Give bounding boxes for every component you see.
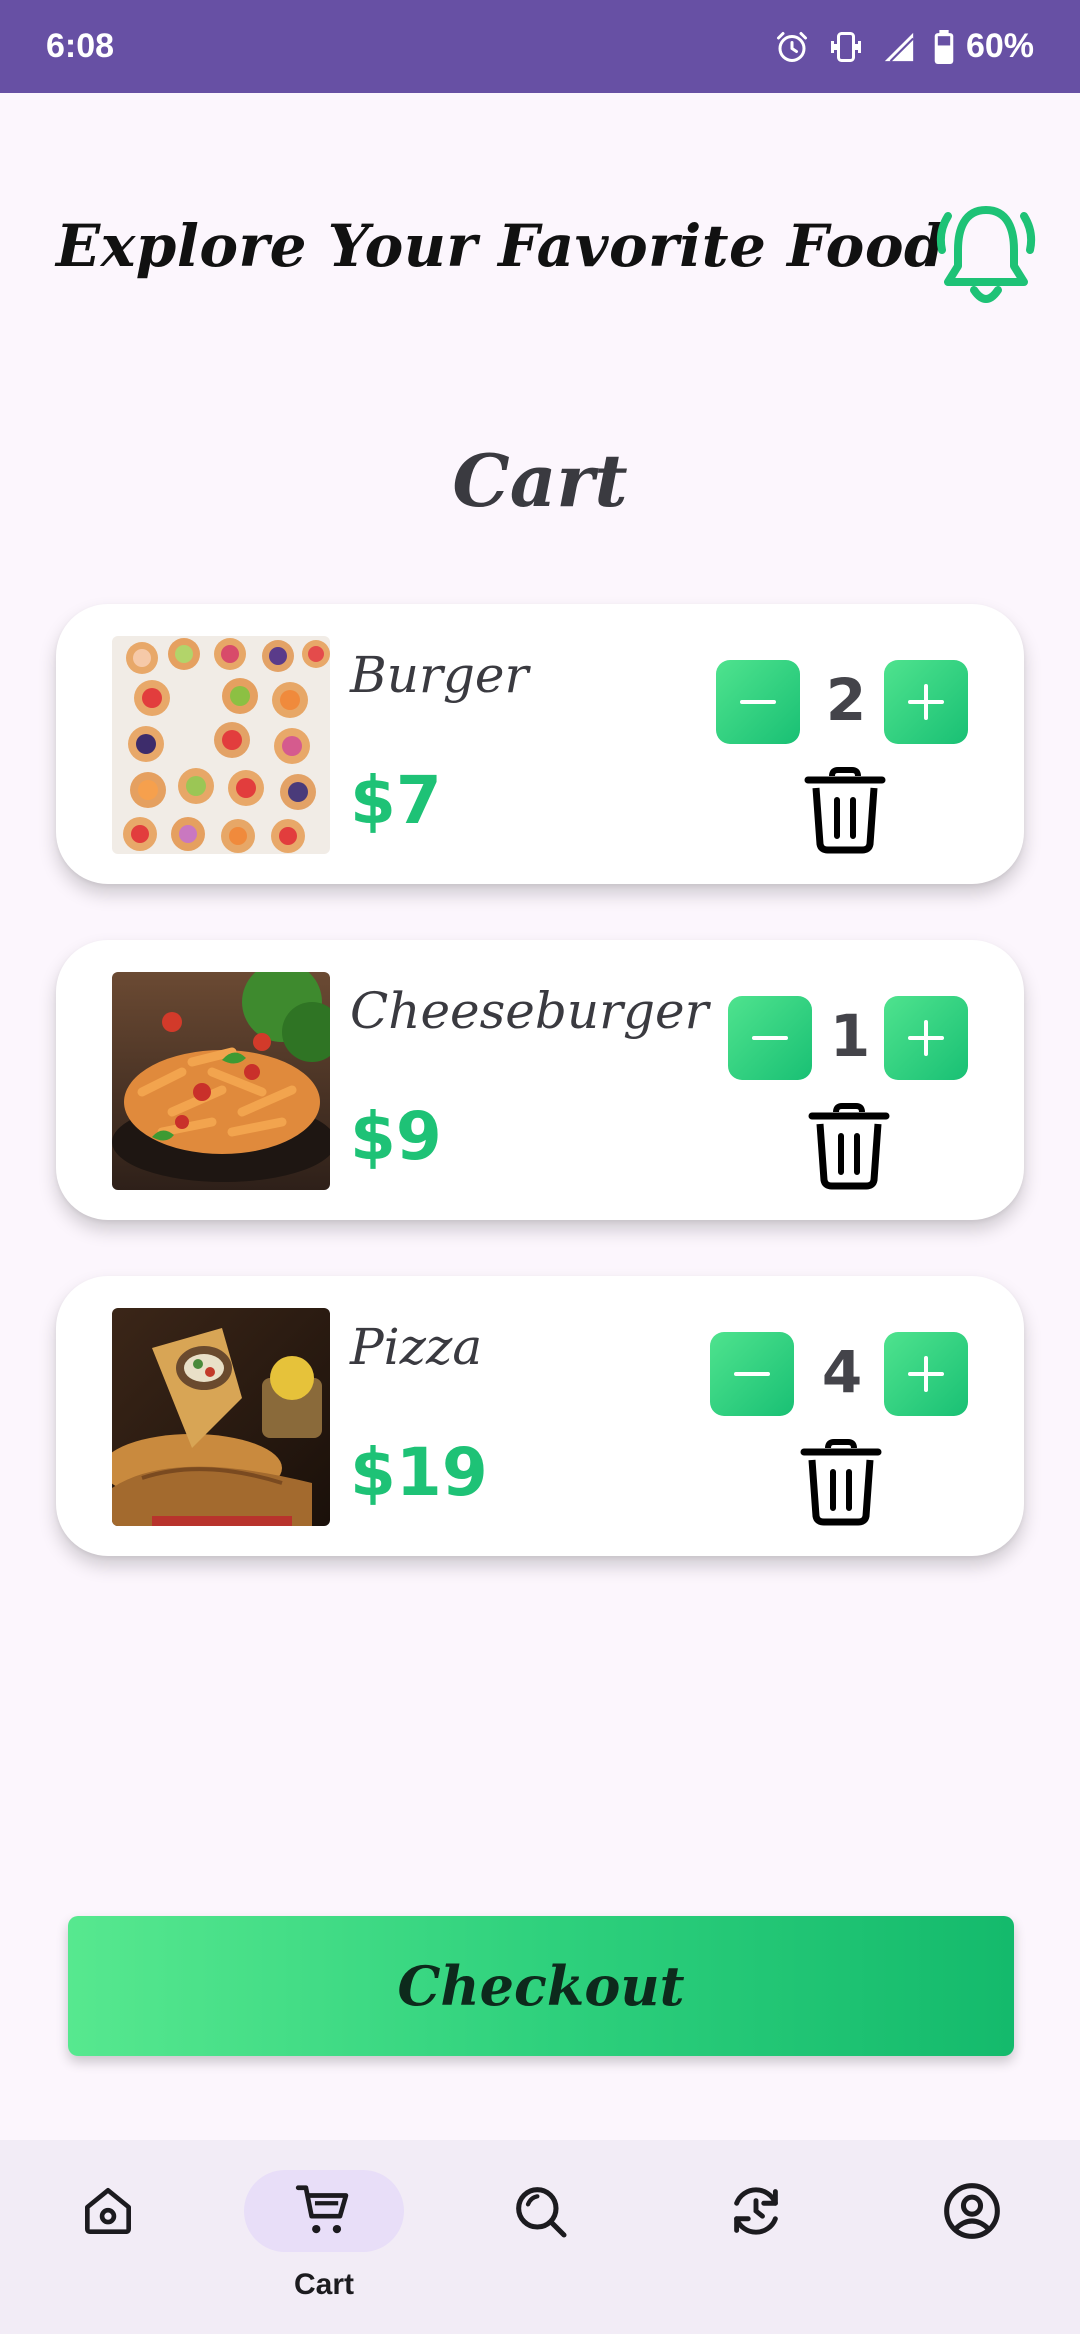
delete-button[interactable] xyxy=(804,766,886,854)
pasta-photo xyxy=(112,972,330,1190)
trash-icon xyxy=(808,1103,890,1190)
item-price: $7 xyxy=(350,762,442,839)
increase-quantity-button[interactable] xyxy=(884,660,968,744)
plus-icon xyxy=(908,1020,944,1056)
battery-icon xyxy=(934,29,954,64)
status-time: 6:08 xyxy=(46,27,115,65)
minus-icon xyxy=(752,1036,788,1040)
page-title: Cart xyxy=(452,438,628,523)
item-price: $19 xyxy=(350,1434,488,1511)
cart-icon xyxy=(295,2185,349,2234)
checkout-label: Checkout xyxy=(397,1954,685,2018)
checkout-button[interactable]: Checkout xyxy=(68,1916,1014,2056)
decrease-quantity-button[interactable] xyxy=(710,1332,794,1416)
search-icon xyxy=(516,2187,567,2238)
increase-quantity-button[interactable] xyxy=(884,996,968,1080)
decrease-quantity-button[interactable] xyxy=(716,660,800,744)
quantity-value: 1 xyxy=(829,1002,871,1070)
delete-button[interactable] xyxy=(800,1438,882,1526)
trash-icon xyxy=(800,1439,882,1526)
alarm-icon xyxy=(776,31,807,62)
trash-icon xyxy=(804,767,886,854)
item-price: $9 xyxy=(350,1098,442,1175)
minus-icon xyxy=(740,700,776,704)
plus-icon xyxy=(908,1356,944,1392)
battery-percent: 60% xyxy=(965,27,1034,65)
bottom-navigation: Cart xyxy=(0,2140,1080,2334)
nav-label-cart: Cart xyxy=(293,2268,354,2301)
quantity-value: 2 xyxy=(825,666,867,734)
item-name: Burger xyxy=(350,646,529,704)
nav-item-home[interactable] xyxy=(28,2170,188,2310)
nav-item-search[interactable] xyxy=(460,2170,620,2310)
item-name: Pizza xyxy=(350,1318,483,1376)
cart-item: Burger $7 2 xyxy=(56,604,1024,884)
home-icon xyxy=(85,2188,131,2234)
quantity-value: 4 xyxy=(821,1338,863,1406)
bell-icon[interactable] xyxy=(934,198,1038,308)
nav-item-history[interactable] xyxy=(676,2170,836,2310)
status-bar: 6:08 60% xyxy=(0,0,1080,93)
fruit-tarts-photo xyxy=(112,636,330,854)
minus-icon xyxy=(734,1372,770,1376)
cart-item: Pizza $19 4 xyxy=(56,1276,1024,1556)
nav-item-profile[interactable] xyxy=(892,2170,1052,2310)
cart-item: Cheeseburger $9 1 xyxy=(56,940,1024,1220)
delete-button[interactable] xyxy=(808,1102,890,1190)
decrease-quantity-button[interactable] xyxy=(728,996,812,1080)
nav-item-cart[interactable]: Cart xyxy=(244,2170,404,2310)
item-name: Cheeseburger xyxy=(350,982,709,1040)
status-icons: 60% xyxy=(774,27,1034,66)
profile-icon xyxy=(944,2183,1000,2239)
header-title: Explore Your Favorite Food xyxy=(56,212,946,280)
vibrate-icon xyxy=(830,31,861,62)
increase-quantity-button[interactable] xyxy=(884,1332,968,1416)
signal-icon xyxy=(884,32,914,62)
plus-icon xyxy=(908,684,944,720)
wrap-photo xyxy=(112,1308,330,1526)
history-icon xyxy=(734,2187,778,2235)
